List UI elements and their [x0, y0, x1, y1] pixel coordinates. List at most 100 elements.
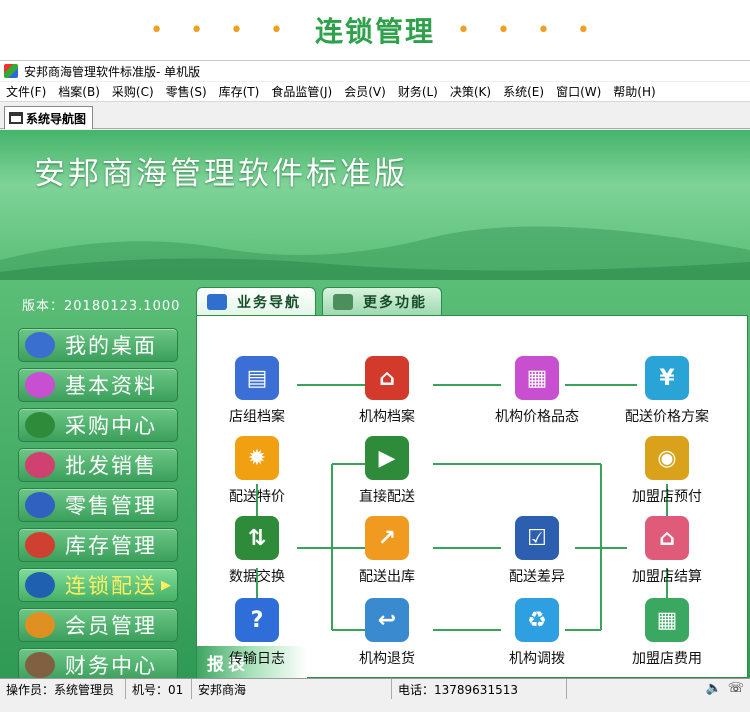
menu-window[interactable]: 窗口(W): [550, 83, 607, 100]
sidebar-item-label: 我的桌面: [65, 334, 157, 358]
nav-node-label: 数据交换: [229, 569, 285, 585]
sidebar-item-label: 基本资料: [65, 374, 157, 398]
house-icon: ⌂: [365, 356, 409, 400]
menu-archive[interactable]: 档案(B): [52, 83, 106, 100]
truck-icon: [25, 412, 55, 438]
nav-node-0[interactable]: ▤ 店组档案: [197, 356, 317, 426]
menu-food-supervision[interactable]: 食品监管(J): [265, 83, 338, 100]
nav-node-10[interactable]: ⌂ 加盟店结算: [607, 516, 727, 586]
speaker-icon[interactable]: 🔈: [706, 681, 722, 696]
tab-more-functions[interactable]: 更多功能: [322, 287, 442, 315]
sidebar-item-1[interactable]: 基本资料: [18, 368, 178, 402]
window-title: 安邦商海管理软件标准版- 单机版: [24, 64, 201, 79]
nav-node-4[interactable]: ✹ 配送特价: [197, 436, 317, 506]
sidebar-item-6[interactable]: 连锁配送 ▶: [18, 568, 178, 602]
menu-system[interactable]: 系统(E): [497, 83, 550, 100]
checklist-icon: ☑: [515, 516, 559, 560]
gift-box-icon: [25, 452, 55, 478]
calculator-icon: ▦: [645, 598, 689, 642]
title-bar: 安邦商海管理软件标准版- 单机版: [0, 61, 750, 81]
active-arrow-icon: ▶: [161, 577, 173, 593]
out-arrow-icon: ↗: [365, 516, 409, 560]
menu-help[interactable]: 帮助(H): [607, 83, 661, 100]
menu-bar: 文件(F) 档案(B) 采购(C) 零售(S) 库存(T) 食品监管(J) 会员…: [0, 82, 750, 102]
status-machine: 机号：01: [126, 679, 192, 699]
panel-tabs: 业务导航 更多功能: [196, 287, 448, 315]
sidebar-item-label: 采购中心: [65, 414, 157, 438]
globe-tab-icon: [207, 293, 227, 310]
coins-icon: ◉: [645, 436, 689, 480]
app-window: 安邦商海管理软件标准版- 单机版 文件(F) 档案(B) 采购(C) 零售(S)…: [0, 60, 750, 712]
nav-node-label: 机构档案: [359, 409, 415, 425]
nav-node-14[interactable]: ▦ 加盟店费用: [607, 598, 727, 668]
nav-node-label: 机构退货: [359, 651, 415, 667]
sidebar-item-4[interactable]: 零售管理: [18, 488, 178, 522]
nav-node-label: 配送差异: [509, 569, 565, 585]
menu-finance[interactable]: 财务(L): [392, 83, 444, 100]
tab-system-navigation-label: 系统导航图: [26, 111, 87, 126]
hot-sun-icon: ✹: [235, 436, 279, 480]
hills-backdrop: [0, 226, 750, 280]
navigation-screen: 安邦商海管理软件标准版 版本：20180123.1000 我的桌面基本资料采购中…: [0, 130, 750, 678]
menu-file[interactable]: 文件(F): [0, 83, 52, 100]
menu-member[interactable]: 会员(V): [338, 83, 392, 100]
version-label: 版本：20180123.1000: [22, 299, 181, 314]
sidebar-item-8[interactable]: 财务中心: [18, 648, 178, 678]
sidebar-item-label: 连锁配送: [65, 574, 157, 598]
sidebar-item-label: 批发销售: [65, 454, 157, 478]
menu-inventory[interactable]: 库存(T): [213, 83, 266, 100]
nav-node-3[interactable]: ¥ 配送价格方案: [607, 356, 727, 426]
network-globe-icon: [25, 572, 55, 598]
sidebar: 我的桌面基本资料采购中心批发销售零售管理库存管理连锁配送▶会员管理财务中心决策分…: [18, 328, 178, 678]
cubes-icon: ▦: [515, 356, 559, 400]
sidebar-item-7[interactable]: 会员管理: [18, 608, 178, 642]
nav-node-7[interactable]: ⇅ 数据交换: [197, 516, 317, 586]
nav-node-13[interactable]: ♻ 机构调拨: [477, 598, 597, 668]
nav-node-9[interactable]: ☑ 配送差异: [477, 516, 597, 586]
nav-node-label: 配送价格方案: [625, 409, 709, 425]
phone-icon[interactable]: ☏: [728, 681, 744, 696]
sidebar-item-label: 会员管理: [65, 614, 157, 638]
tab-system-navigation[interactable]: 系统导航图: [4, 106, 94, 129]
recycle-icon: ♻: [515, 598, 559, 642]
books-icon: ▤: [235, 356, 279, 400]
sidebar-item-3[interactable]: 批发销售: [18, 448, 178, 482]
desktop-globe-icon: [25, 332, 55, 358]
document-tab-strip: 系统导航图: [0, 103, 750, 129]
nav-node-1[interactable]: ⌂ 机构档案: [327, 356, 447, 426]
promo-banner: • • • • 连锁管理 • • • •: [0, 0, 750, 60]
nav-node-6[interactable]: ◉ 加盟店预付: [607, 436, 727, 506]
nav-node-label: 加盟店预付: [632, 489, 702, 505]
shopping-cart-icon: [25, 492, 55, 518]
sidebar-item-0[interactable]: 我的桌面: [18, 328, 178, 362]
tab-more-functions-label: 更多功能: [363, 294, 427, 311]
nav-node-12[interactable]: ↩ 机构退货: [327, 598, 447, 668]
tab-business-navigation-label: 业务导航: [237, 294, 301, 311]
status-company: 安邦商海: [192, 679, 392, 699]
nav-node-label: 加盟店结算: [632, 569, 702, 585]
business-navigation-panel: 报表 ▤ 店组档案 ⌂ 机构档案 ▦ 机构价格品态 ¥ 配送价格方案 ✹ 配送特价 ▶ 直接配送 ◉ 加盟…: [196, 315, 748, 678]
member-card-icon: [25, 612, 55, 638]
system-tray: 🔈 ☏: [706, 681, 744, 696]
menu-purchase[interactable]: 采购(C): [106, 83, 160, 100]
status-operator: 操作员：系统管理员: [0, 679, 126, 699]
nav-node-label: 机构调拨: [509, 651, 565, 667]
question-icon: ?: [235, 598, 279, 642]
nav-node-5[interactable]: ▶ 直接配送: [327, 436, 447, 506]
menu-retail[interactable]: 零售(S): [160, 83, 213, 100]
tab-business-navigation[interactable]: 业务导航: [196, 287, 316, 315]
nav-node-8[interactable]: ↗ 配送出库: [327, 516, 447, 586]
cubes-icon: [25, 372, 55, 398]
sidebar-item-label: 财务中心: [65, 654, 157, 678]
finance-pen-icon: [25, 652, 55, 678]
nav-node-label: 店组档案: [229, 409, 285, 425]
menu-decision[interactable]: 决策(K): [444, 83, 497, 100]
nav-node-11[interactable]: ? 传输日志: [197, 598, 317, 668]
nav-node-2[interactable]: ▦ 机构价格品态: [477, 356, 597, 426]
window-tab-icon: [333, 293, 353, 310]
sidebar-item-2[interactable]: 采购中心: [18, 408, 178, 442]
sidebar-item-5[interactable]: 库存管理: [18, 528, 178, 562]
banner-title: 连锁管理: [314, 15, 435, 48]
nav-node-label: 配送特价: [229, 489, 285, 505]
app-title: 安邦商海管理软件标准版: [34, 156, 408, 192]
